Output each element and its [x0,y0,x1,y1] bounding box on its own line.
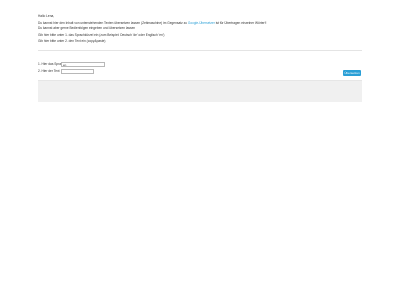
intro-after-text: ist für Übertragen einzelner Wörter!! [215,20,267,25]
message-block: Hallo Lena, Du kannst hier den Inhalt vo… [38,14,362,44]
text-input[interactable] [61,69,94,74]
translate-button[interactable]: Übersetzen [343,70,361,76]
intro-before-text: Du kannst hier den Inhalt von untenstehe… [38,20,187,25]
result-panel [38,80,362,102]
text-row: 2. Hier der Text [38,69,94,74]
hint-text-text: Gib hier bitte unter 2. den Text ein (co… [38,38,106,43]
language-label: 1. Hier das Sprachkürzel [38,62,73,66]
hint-language-text: Gib hier bitte unter 1. das Sprachkürzel… [38,33,165,37]
google-translator-link[interactable]: Google-Übersetzer [188,21,215,25]
language-row: 1. Hier das Sprachkürzel [38,62,105,67]
text-label: 2. Hier der Text [38,69,60,73]
intro-text: Du kannst hier den Inhalt von untenstehe… [38,21,362,25]
note-text: Du kannst aber gerne Bedienfolgen eingeb… [38,26,136,30]
greeting-text: Hallo Lena, [38,14,55,18]
language-input[interactable] [61,62,105,67]
page: Hallo Lena, Du kannst hier den Inhalt vo… [0,0,400,300]
divider [38,50,362,51]
